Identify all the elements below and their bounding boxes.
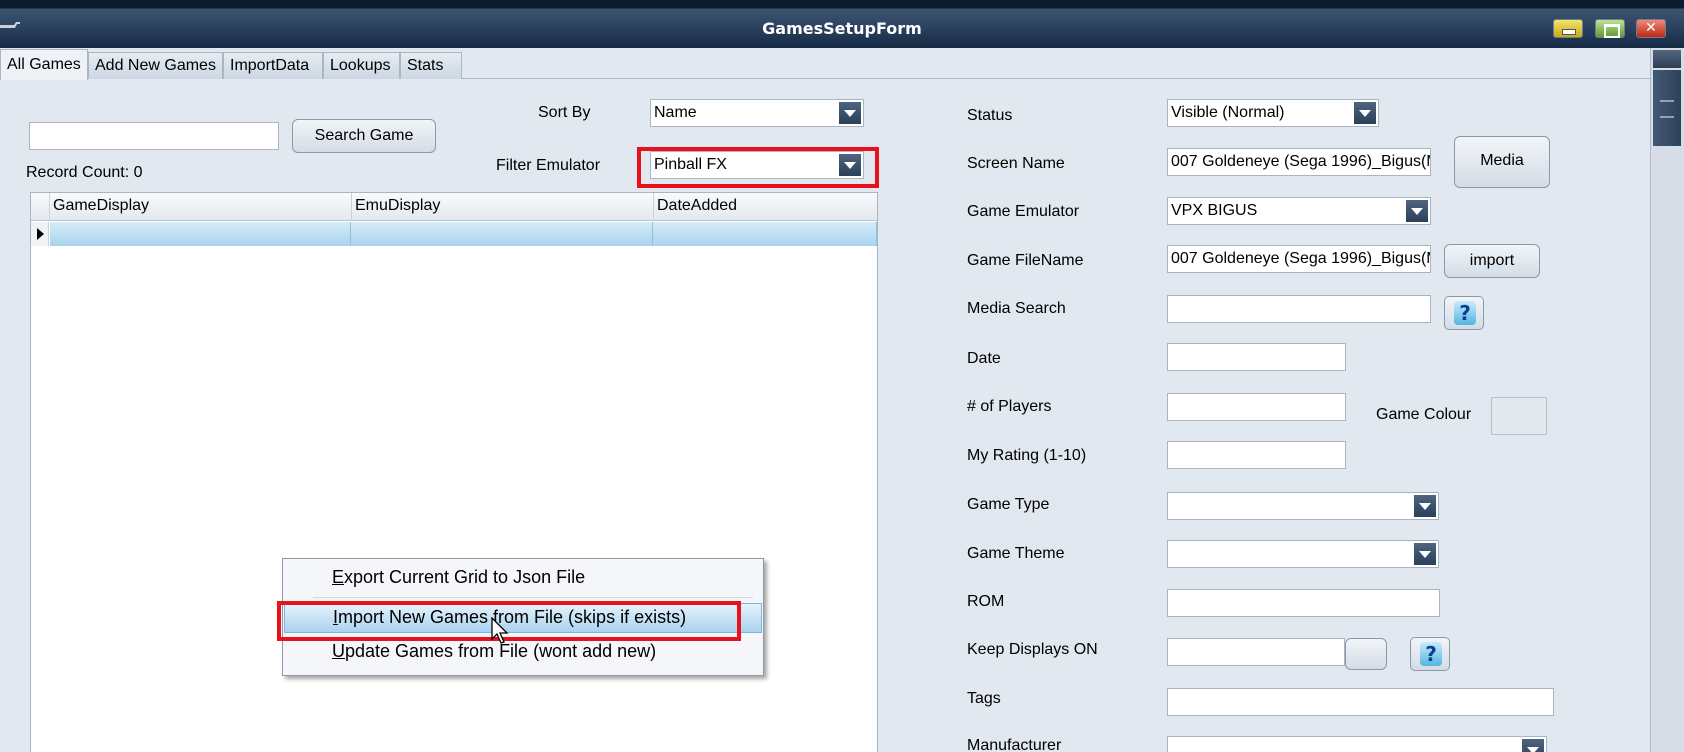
row-selector-arrow-icon[interactable] <box>31 222 49 246</box>
keep-displays-help-button[interactable]: ? <box>1410 637 1450 671</box>
menu-item-import-new-games[interactable]: Import New Games from File (skips if exi… <box>284 603 762 633</box>
game-type-select[interactable] <box>1167 492 1439 520</box>
filter-emulator-label: Filter Emulator <box>496 157 601 174</box>
window-title: GamesSetupForm <box>762 19 922 38</box>
manufacturer-label: Manufacturer <box>967 737 1062 752</box>
players-input[interactable] <box>1167 393 1346 421</box>
game-colour-swatch[interactable] <box>1491 397 1547 435</box>
chevron-down-icon[interactable] <box>1414 543 1436 565</box>
menu-separator <box>313 597 753 598</box>
status-select[interactable]: Visible (Normal) <box>1167 99 1379 127</box>
rating-input[interactable] <box>1167 441 1346 469</box>
search-game-button[interactable]: Search Game <box>292 119 436 153</box>
game-type-label: Game Type <box>967 496 1050 513</box>
table-cell[interactable] <box>351 222 653 246</box>
tags-input[interactable] <box>1167 688 1554 716</box>
sort-by-label: Sort By <box>538 104 591 121</box>
rom-label: ROM <box>967 593 1005 610</box>
game-filename-input[interactable]: 007 Goldeneye (Sega 1996)_Bigus(M <box>1167 245 1431 273</box>
chevron-down-icon[interactable] <box>839 102 861 124</box>
keep-displays-label: Keep Displays ON <box>967 641 1098 658</box>
record-count: Record Count: 0 <box>26 164 143 181</box>
game-emulator-value: VPX BIGUS <box>1171 202 1258 219</box>
chevron-down-icon[interactable] <box>1406 200 1428 222</box>
media-search-label: Media Search <box>967 300 1066 317</box>
minimize-button[interactable] <box>1553 19 1583 38</box>
keep-displays-input[interactable] <box>1167 638 1345 666</box>
tab-all-games[interactable]: All Games <box>0 49 88 80</box>
rating-label: My Rating (1-10) <box>967 447 1087 464</box>
tab-import-data[interactable]: ImportData <box>223 52 323 79</box>
scroll-thumb[interactable] <box>1653 70 1681 146</box>
table-cell[interactable] <box>653 222 877 246</box>
status-label: Status <box>967 107 1013 124</box>
help-icon: ? <box>1454 301 1476 325</box>
screen-name-input[interactable]: 007 Goldeneye (Sega 1996)_Bigus(M <box>1167 148 1431 176</box>
title-bar[interactable]: GamesSetupForm ✕ <box>0 0 1684 48</box>
game-theme-label: Game Theme <box>967 545 1065 562</box>
sort-by-select[interactable]: Name <box>650 99 864 127</box>
tags-label: Tags <box>967 690 1001 707</box>
menu-accel: U <box>332 641 345 661</box>
status-value: Visible (Normal) <box>1171 104 1285 121</box>
chevron-down-icon[interactable] <box>1414 495 1436 517</box>
menu-item-export-json[interactable]: Export Current Grid to Json File <box>284 563 762 595</box>
manufacturer-select[interactable] <box>1167 736 1547 752</box>
game-emulator-select[interactable]: VPX BIGUS <box>1167 197 1431 225</box>
menu-item-label: mport New Games from File (skips if exis… <box>338 607 687 627</box>
context-menu: Export Current Grid to Json File Import … <box>282 558 764 676</box>
tab-stats[interactable]: Stats <box>400 52 462 79</box>
media-search-input[interactable] <box>1167 295 1431 323</box>
chevron-down-icon[interactable] <box>839 154 861 176</box>
game-emulator-label: Game Emulator <box>967 203 1080 220</box>
scroll-up-arrow[interactable] <box>1653 50 1681 68</box>
column-header-emudisplay[interactable]: EmuDisplay <box>351 193 653 221</box>
date-input[interactable] <box>1167 343 1346 371</box>
help-icon: ? <box>1420 642 1442 666</box>
keep-displays-picker-button[interactable] <box>1345 638 1387 670</box>
import-button[interactable]: import <box>1444 244 1540 278</box>
maximize-button[interactable] <box>1595 19 1625 38</box>
game-colour-label: Game Colour <box>1376 406 1472 423</box>
search-input[interactable] <box>29 122 279 150</box>
filter-emulator-select[interactable]: Pinball FX <box>650 151 864 179</box>
column-header-dateadded[interactable]: DateAdded <box>653 193 877 221</box>
table-cell[interactable] <box>50 222 351 246</box>
media-search-help-button[interactable]: ? <box>1444 296 1484 330</box>
players-label: # of Players <box>967 398 1052 415</box>
media-button[interactable]: Media <box>1454 136 1550 188</box>
rom-input[interactable] <box>1167 589 1440 617</box>
sort-by-value: Name <box>654 104 697 121</box>
close-button[interactable]: ✕ <box>1636 19 1666 38</box>
game-filename-label: Game FileName <box>967 252 1084 269</box>
chevron-down-icon[interactable] <box>1522 739 1544 752</box>
tab-lookups[interactable]: Lookups <box>323 52 400 79</box>
menu-item-update-games[interactable]: Update Games from File (wont add new) <box>284 637 762 669</box>
tab-add-new-games[interactable]: Add New Games <box>88 52 223 79</box>
vertical-scrollbar[interactable] <box>1650 48 1684 752</box>
grid-header: GameDisplay EmuDisplay DateAdded <box>31 193 877 221</box>
menu-item-label: xport Current Grid to Json File <box>344 567 586 587</box>
column-header-gamedisplay[interactable]: GameDisplay <box>49 193 351 221</box>
date-label: Date <box>967 350 1001 367</box>
filter-emulator-value: Pinball FX <box>654 156 727 173</box>
screen-name-label: Screen Name <box>967 155 1065 172</box>
game-theme-select[interactable] <box>1167 540 1439 568</box>
chevron-down-icon[interactable] <box>1354 102 1376 124</box>
menu-accel: E <box>332 567 345 587</box>
table-row[interactable] <box>31 222 877 246</box>
games-setup-window: GamesSetupForm ✕ All Games Add New Games… <box>0 0 1684 752</box>
